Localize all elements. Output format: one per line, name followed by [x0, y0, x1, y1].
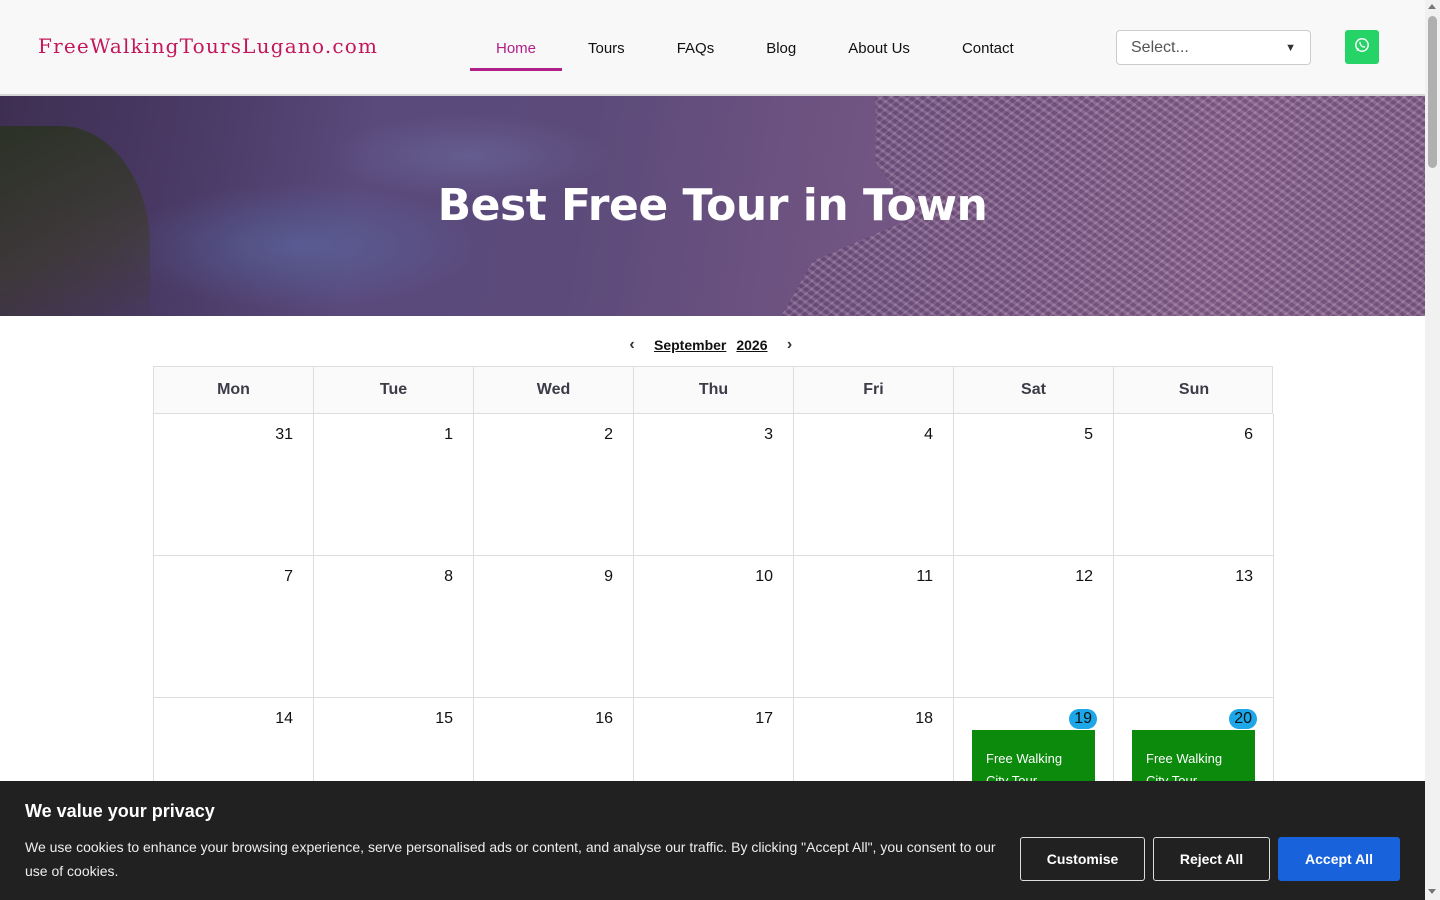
- accept-all-button[interactable]: Accept All: [1278, 837, 1400, 881]
- calendar-navigation: ‹ September 2026 ›: [620, 336, 802, 354]
- weekday-sat: Sat: [954, 367, 1114, 413]
- calendar-day[interactable]: 4: [794, 414, 954, 556]
- calendar-day[interactable]: 10: [634, 556, 794, 698]
- site-logo[interactable]: FreeWalkingToursLugano.com: [38, 34, 378, 58]
- calendar-day[interactable]: 31: [154, 414, 314, 556]
- day-number: 9: [604, 568, 613, 585]
- prev-month-icon[interactable]: ‹: [620, 336, 644, 354]
- nav-contact[interactable]: Contact: [936, 0, 1040, 96]
- calendar-weekday-header: Mon Tue Wed Thu Fri Sat Sun: [153, 366, 1273, 414]
- day-number: 18: [915, 710, 933, 727]
- language-select-value: Select...: [1131, 38, 1189, 56]
- cookie-text: We use cookies to enhance your browsing …: [25, 839, 996, 879]
- weekday-sun: Sun: [1178, 381, 1210, 398]
- next-month-icon[interactable]: ›: [778, 336, 802, 354]
- day-number: 12: [1075, 568, 1093, 585]
- whatsapp-button[interactable]: [1345, 30, 1379, 64]
- cookie-consent-banner: We value your privacy We use cookies to …: [0, 781, 1425, 900]
- customise-button[interactable]: Customise: [1020, 837, 1145, 881]
- calendar-day[interactable]: 5: [954, 414, 1114, 556]
- site-header: FreeWalkingToursLugano.com Home Tours FA…: [0, 0, 1425, 96]
- weekday-mon: Mon: [154, 367, 314, 413]
- day-number: 4: [924, 426, 933, 443]
- day-number: 1: [444, 426, 453, 443]
- page-scrollbar[interactable]: [1425, 0, 1440, 900]
- day-number: 5: [1084, 426, 1093, 443]
- day-number-highlighted: 20: [1229, 709, 1257, 729]
- hero-title: Best Free Tour in Town: [437, 180, 988, 231]
- day-number: 3: [764, 426, 773, 443]
- calendar-day[interactable]: 7: [154, 556, 314, 698]
- weekday-fri: Fri: [794, 367, 954, 413]
- calendar-day[interactable]: 9: [474, 556, 634, 698]
- day-number: 2: [604, 426, 613, 443]
- whatsapp-icon: [1354, 37, 1370, 58]
- day-number: 14: [275, 710, 293, 727]
- reject-all-button[interactable]: Reject All: [1153, 837, 1270, 881]
- calendar-day[interactable]: 11: [794, 556, 954, 698]
- day-number: 17: [755, 710, 773, 727]
- day-number: 15: [435, 710, 453, 727]
- weekday-thu: Thu: [634, 367, 794, 413]
- hero-banner: Best Free Tour in Town: [0, 96, 1425, 316]
- day-number: 31: [275, 426, 293, 443]
- cookie-title: We value your privacy: [25, 801, 215, 821]
- day-number: 6: [1244, 426, 1253, 443]
- day-number: 16: [595, 710, 613, 727]
- scroll-down-icon[interactable]: [1428, 889, 1436, 894]
- day-number: 7: [284, 568, 293, 585]
- calendar-grid: 31 1 2 3 4 5 6 7 8 9 10 11 12 13 14 15 1…: [153, 414, 1274, 840]
- calendar-day[interactable]: 13: [1114, 556, 1274, 698]
- weekday-wed: Wed: [474, 367, 634, 413]
- chevron-down-icon: ▼: [1285, 41, 1296, 54]
- calendar-year[interactable]: 2026: [736, 337, 767, 353]
- tour-calendar: Mon Tue Wed Thu Fri Sat Sun 31 1 2 3 4 5…: [153, 366, 1274, 840]
- nav-home[interactable]: Home: [470, 0, 562, 96]
- scrollbar-thumb[interactable]: [1428, 16, 1437, 168]
- day-number: 11: [916, 568, 933, 585]
- calendar-day[interactable]: 12: [954, 556, 1114, 698]
- main-nav: Home Tours FAQs Blog About Us Contact: [470, 0, 1040, 96]
- calendar-day[interactable]: 3: [634, 414, 794, 556]
- day-number: 8: [444, 568, 453, 585]
- calendar-day[interactable]: 2: [474, 414, 634, 556]
- nav-tours[interactable]: Tours: [562, 0, 651, 96]
- calendar-day[interactable]: 6: [1114, 414, 1274, 556]
- nav-about-us[interactable]: About Us: [822, 0, 936, 96]
- nav-blog[interactable]: Blog: [740, 0, 822, 96]
- day-number: 13: [1235, 568, 1253, 585]
- day-number-highlighted: 19: [1069, 709, 1097, 729]
- calendar-day[interactable]: 8: [314, 556, 474, 698]
- calendar-day[interactable]: 1: [314, 414, 474, 556]
- day-number: 10: [755, 568, 773, 585]
- scroll-up-icon[interactable]: [1428, 4, 1436, 9]
- weekday-tue: Tue: [314, 367, 474, 413]
- nav-faqs[interactable]: FAQs: [651, 0, 741, 96]
- calendar-month[interactable]: September: [654, 337, 726, 353]
- language-select[interactable]: Select... ▼: [1116, 30, 1311, 65]
